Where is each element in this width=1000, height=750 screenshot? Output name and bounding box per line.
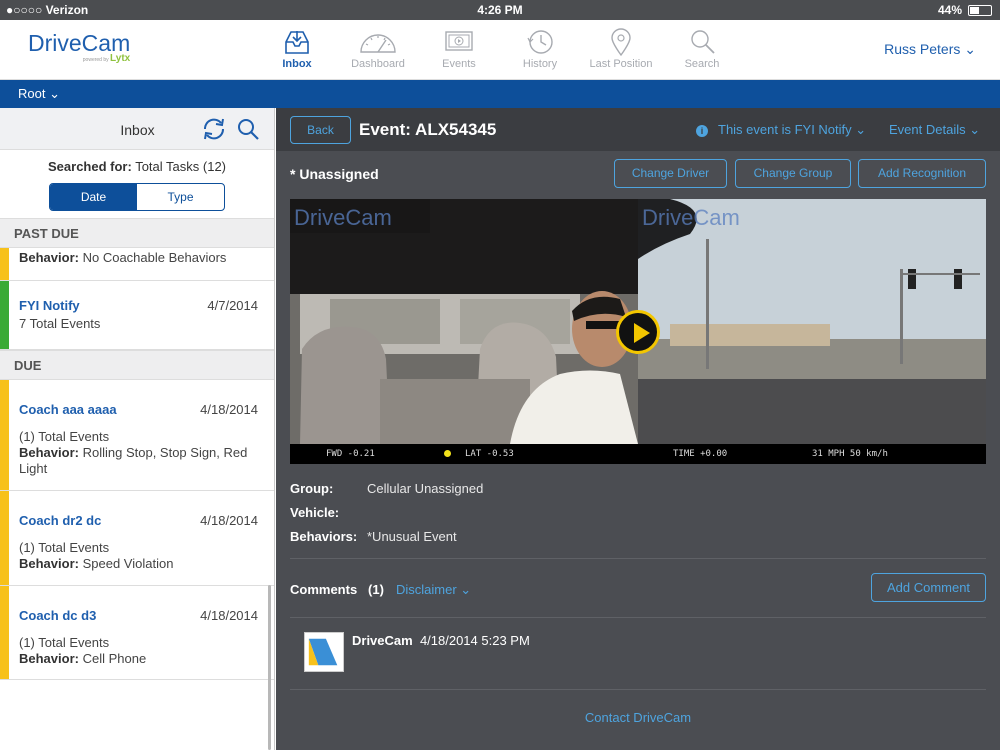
lat-readout: LAT -0.53 <box>465 449 514 459</box>
svg-text:DriveCam: DriveCam <box>294 205 392 230</box>
ios-status-bar: ●○○○○ Verizon 4:26 PM 44% <box>0 0 1000 20</box>
inbox-panel: Inbox Searched for: Total Tasks (12) Dat… <box>0 108 275 750</box>
group-row: Group: Cellular Unassigned <box>290 481 484 496</box>
search-icon <box>691 30 715 54</box>
battery-percent: 44% <box>937 3 962 17</box>
inbox-header: Inbox <box>0 108 274 150</box>
nav-dashboard[interactable]: Dashboard <box>343 28 413 70</box>
event-detail-panel: Back Event: ALX54345 i This event is FYI … <box>276 108 1000 750</box>
task-summary: (1) Total Events <box>19 540 110 555</box>
add-comment-button[interactable]: Add Comment <box>871 573 986 602</box>
change-group-button[interactable]: Change Group <box>735 159 851 188</box>
task-item-fyi-notify[interactable]: FYI Notify 4/7/2014 7 Total Events <box>0 281 274 350</box>
status-dot <box>444 450 451 457</box>
divider <box>290 617 986 618</box>
contact-drivecam-link[interactable]: Contact DriveCam <box>276 710 1000 725</box>
searched-label: Searched for: <box>48 159 132 174</box>
vehicle-row: Vehicle: <box>290 505 340 520</box>
task-summary: (1) Total Events <box>19 635 110 650</box>
task-summary: (1) Total Events <box>19 429 110 444</box>
battery-icon <box>968 4 992 16</box>
comment-meta: DriveCam 4/18/2014 5:23 PM <box>352 633 530 648</box>
comments-heading: Comments (1) <box>290 582 384 597</box>
history-clock-icon <box>527 30 553 54</box>
event-video-player[interactable]: DriveCam DriveCam FWD -0.21 LAT -0.53 TI… <box>290 199 986 464</box>
video-telemetry-bar: FWD -0.21 LAT -0.53 TIME +0.00 31 MPH 50… <box>290 444 986 464</box>
fwd-readout: FWD -0.21 <box>326 449 375 459</box>
task-summary: 7 Total Events <box>19 316 101 331</box>
disclaimer-dropdown[interactable]: Disclaimer ⌄ <box>396 582 471 598</box>
inbox-icon <box>285 31 309 54</box>
drivecam-logo: DriveCam powered by Lytx <box>28 30 131 64</box>
task-date: 4/18/2014 <box>200 513 258 528</box>
task-item-coach-dc-d3[interactable]: Coach dc d3 4/18/2014 (1) Total Events B… <box>0 586 274 680</box>
ipad-screen: ●○○○○ Verizon 4:26 PM 44% DriveCam power… <box>0 0 1000 750</box>
section-due: DUE <box>0 350 274 380</box>
divider <box>290 558 986 559</box>
searched-value: Total Tasks (12) <box>135 159 226 174</box>
clock-label: 4:26 PM <box>477 3 523 17</box>
nav-history[interactable]: History <box>505 28 575 70</box>
inbox-title: Inbox <box>120 122 155 138</box>
task-date: 4/7/2014 <box>207 298 258 313</box>
speed-readout: 31 MPH 50 km/h <box>812 449 888 459</box>
sort-date-button[interactable]: Date <box>50 184 137 210</box>
task-behavior: Behavior: Rolling Stop, Stop Sign, Red L… <box>19 445 248 476</box>
refresh-icon[interactable] <box>200 117 228 141</box>
behaviors-row: Behaviors: *Unusual Event <box>290 529 457 544</box>
search-summary: Searched for: Total Tasks (12) <box>0 150 274 174</box>
task-date: 4/18/2014 <box>200 402 258 417</box>
task-behavior: Behavior: Cell Phone <box>19 651 147 666</box>
nav-events[interactable]: Events <box>424 28 494 70</box>
nav-search[interactable]: Search <box>667 28 737 70</box>
svg-text:DriveCam: DriveCam <box>642 205 740 230</box>
top-navigation: DriveCam powered by Lytx Inbox Dashboard… <box>0 20 1000 80</box>
task-behavior: Behavior: Speed Violation <box>19 556 174 571</box>
change-driver-button[interactable]: Change Driver <box>614 159 727 188</box>
event-header: Back Event: ALX54345 i This event is FYI … <box>276 108 1000 151</box>
add-recognition-button[interactable]: Add Recognition <box>858 159 986 188</box>
inbox-search-icon[interactable] <box>236 117 260 141</box>
event-title: Event: ALX54345 <box>359 120 497 139</box>
section-past-due: PAST DUE <box>0 218 274 248</box>
user-menu[interactable]: Russ Peters ⌄ <box>884 41 976 58</box>
task-date: 4/18/2014 <box>200 608 258 623</box>
info-icon: i <box>696 125 708 137</box>
task-item-coach-dr2[interactable]: Coach dr2 dc 4/18/2014 (1) Total Events … <box>0 491 274 586</box>
battery-status: 44% <box>938 3 992 17</box>
sort-type-button[interactable]: Type <box>137 184 224 210</box>
sort-toggle: Date Type <box>49 183 225 211</box>
root-dropdown[interactable]: Root ⌄ <box>18 86 60 102</box>
comment-avatar <box>304 632 344 672</box>
task-item-coach-aaa[interactable]: Coach aaa aaaa 4/18/2014 (1) Total Event… <box>0 380 274 491</box>
divider <box>290 689 986 690</box>
map-pin-icon <box>611 28 631 56</box>
assignment-status: * Unassigned <box>290 166 379 182</box>
task-item[interactable]: Behavior: No Coachable Behaviors <box>0 248 274 281</box>
nav-last-position[interactable]: Last Position <box>586 28 656 70</box>
events-video-icon <box>445 31 473 51</box>
event-details-dropdown[interactable]: Event Details ⌄ <box>889 122 980 138</box>
dashboard-gauge-icon <box>360 34 396 53</box>
context-bar: Root ⌄ <box>0 80 1000 108</box>
fyi-notify-dropdown[interactable]: i This event is FYI Notify ⌄ <box>696 122 866 138</box>
back-button[interactable]: Back <box>290 116 351 144</box>
inbox-scrollbar[interactable] <box>268 585 271 750</box>
time-readout: TIME +0.00 <box>673 449 728 459</box>
nav-inbox[interactable]: Inbox <box>262 28 332 70</box>
play-icon[interactable] <box>616 310 660 354</box>
